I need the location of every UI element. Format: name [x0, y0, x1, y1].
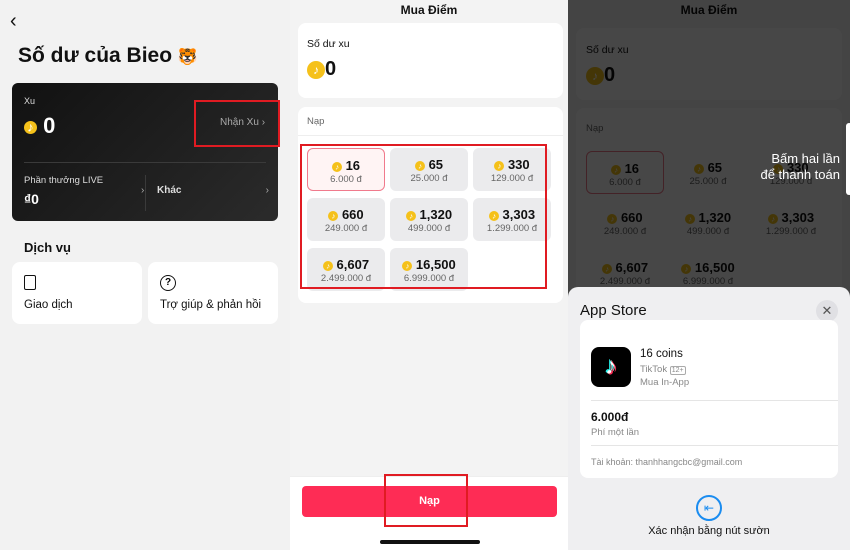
balance-card: Số dư xu 0 — [298, 23, 563, 98]
highlight-box — [194, 100, 280, 147]
coin-icon — [24, 120, 37, 134]
purchase-screen: Mua Điểm Số dư xu 0 Nạp 166.000 đ 6525.0… — [290, 0, 568, 550]
back-icon[interactable]: ‹ — [10, 10, 17, 33]
services-title: Dịch vụ — [24, 240, 71, 255]
purchase-details: ♪ 16 coins TikTok 12+ Mua In-App 6.000đ … — [580, 320, 838, 478]
close-button[interactable]: ✕ — [816, 300, 838, 322]
double-click-hint: Bấm hai lần để thanh toán — [760, 151, 840, 182]
app-store-sheet: App Store ✕ ♪ 16 coins TikTok 12+ Mua In… — [568, 287, 850, 550]
coin-icon — [307, 60, 325, 79]
help-feedback-button[interactable]: ? Trợ giúp & phản hồi — [148, 262, 278, 324]
screen-title: Mua Điểm — [400, 3, 458, 17]
tiger-emoji: 🐯 — [177, 49, 198, 66]
other-link[interactable]: Khác › — [157, 185, 269, 196]
highlight-box — [300, 144, 547, 289]
balance-screen: ‹ Số dư của Bieo 🐯 Xu 0 Nhận Xu › Phần t… — [0, 0, 290, 550]
receipt-icon — [24, 275, 36, 290]
live-rewards[interactable]: Phần thưởng LIVE ₫0 › — [24, 175, 144, 215]
coins-value: 0 — [43, 113, 56, 138]
page-title: Số dư của Bieo — [18, 44, 173, 67]
highlight-box — [384, 474, 468, 527]
help-icon: ? — [160, 275, 176, 291]
tiktok-app-icon: ♪ — [591, 347, 631, 387]
divider — [24, 162, 266, 163]
home-indicator — [380, 540, 480, 544]
coins-label: Xu — [24, 96, 36, 106]
side-button-indicator — [846, 123, 850, 195]
transactions-button[interactable]: Giao dịch — [12, 262, 142, 324]
sheet-title: App Store — [580, 302, 647, 319]
side-button-icon: ⇤ — [696, 495, 722, 521]
payment-screen: Mua Điểm Số dư xu 0 Nạp 166.000 đ 6525.0… — [568, 0, 850, 550]
